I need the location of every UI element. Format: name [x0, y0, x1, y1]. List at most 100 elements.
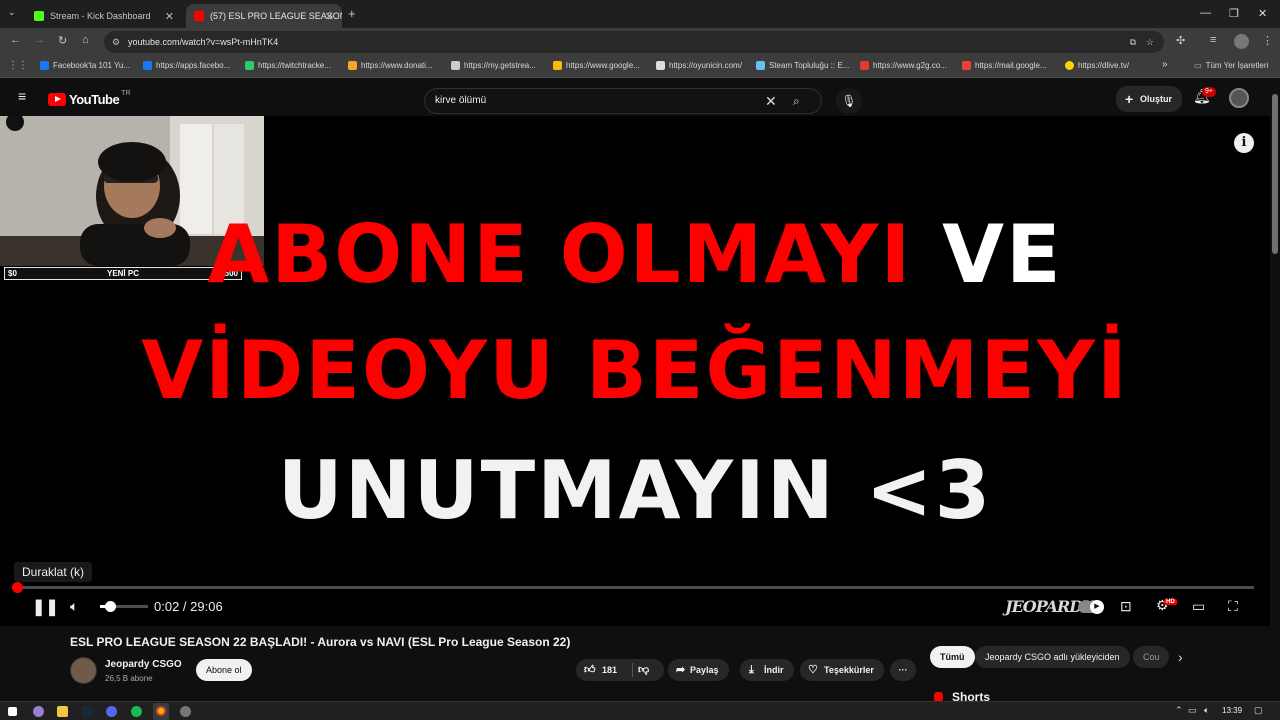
url-text: youtube.com/watch?v=wsPt-mHnTK4: [128, 37, 279, 47]
facebook-icon: [143, 61, 152, 70]
bookmark-label: https://mail.google...: [975, 61, 1047, 70]
bookmark-label: https://www.g2g.co...: [873, 61, 947, 70]
bookmarks-overflow-button[interactable]: »: [1162, 59, 1168, 70]
bookmark-item[interactable]: https://my.getstrea...: [451, 61, 536, 70]
page-scrollbar[interactable]: [1270, 78, 1280, 701]
subscribe-button[interactable]: Abone ol: [196, 659, 252, 681]
clear-search-icon[interactable]: ✕: [765, 89, 777, 113]
close-tab-icon[interactable]: ✕: [325, 10, 334, 23]
search-input[interactable]: kirve ölümü ✕ ⌕: [424, 88, 822, 114]
download-button[interactable]: ⤓ İndir: [740, 659, 794, 681]
bookmark-item[interactable]: https://apps.facebo...: [143, 61, 230, 70]
discord-icon[interactable]: [106, 706, 117, 717]
bookmark-item[interactable]: https://mail.google...: [962, 61, 1047, 70]
clock[interactable]: 13:39: [1222, 706, 1242, 715]
chip-from-uploader[interactable]: Jeopardy CSGO adlı yükleyiciden: [975, 646, 1130, 668]
dislike-icon[interactable]: 👎︎: [638, 659, 649, 681]
pause-tooltip: Duraklat (k): [14, 562, 93, 582]
gmail-icon: [962, 61, 971, 70]
autoplay-toggle[interactable]: ▶: [1078, 600, 1104, 614]
back-icon[interactable]: ←: [10, 34, 21, 46]
donation-icon: [348, 61, 357, 70]
like-icon[interactable]: 👍︎: [584, 659, 596, 681]
youtube-header: ≡ YouTube TR kirve ölümü ✕ ⌕ 🎙 + Oluştur…: [0, 78, 1280, 116]
tab-youtube[interactable]: (57) ESL PRO LEAGUE SEASON ✕: [186, 4, 342, 28]
tab-search-icon[interactable]: ⌄: [8, 7, 16, 18]
progress-scrubber[interactable]: [12, 582, 23, 593]
chrome-taskbar-active[interactable]: [153, 703, 169, 720]
browser-menu-icon[interactable]: ⋮: [1262, 34, 1273, 47]
all-bookmarks-folder[interactable]: ▭ Tüm Yer İşaretleri: [1194, 61, 1268, 70]
share-button[interactable]: ➦ Paylaş: [668, 659, 729, 681]
thanks-label: Teşekkürler: [824, 665, 874, 675]
extensions-icon[interactable]: ✣: [1176, 34, 1185, 47]
tray-overflow-icon[interactable]: ⌃: [1175, 705, 1183, 716]
account-avatar[interactable]: [1229, 88, 1249, 108]
speaker-icon[interactable]: 🔈︎: [1204, 705, 1209, 716]
notification-center-icon[interactable]: ▢: [1254, 705, 1263, 716]
youtube-logo[interactable]: YouTube TR: [48, 90, 131, 107]
minimize-icon[interactable]: —: [1200, 7, 1211, 19]
bookmark-label: Facebook'ta 101 Yu...: [53, 61, 130, 70]
close-tab-icon[interactable]: ✕: [165, 10, 174, 23]
progress-bar[interactable]: [12, 586, 1254, 589]
taskbar-app-icon[interactable]: [33, 706, 44, 717]
file-explorer-icon[interactable]: [57, 706, 68, 717]
fullscreen-icon[interactable]: ⛶: [1228, 598, 1238, 615]
obs-icon[interactable]: [180, 706, 191, 717]
bookmark-item[interactable]: https://www.donati...: [348, 61, 433, 70]
volume-icon[interactable]: 🔈︎: [70, 598, 78, 615]
total-time: 29:06: [190, 599, 223, 614]
address-bar[interactable]: ⚙ youtube.com/watch?v=wsPt-mHnTK4 ⧉ ☆: [104, 31, 1164, 53]
bookmark-item[interactable]: https://www.g2g.co...: [860, 61, 947, 70]
info-icon[interactable]: i: [1234, 133, 1254, 153]
chip-partial[interactable]: Cou: [1133, 646, 1169, 668]
google-icon: [553, 61, 562, 70]
spotify-icon[interactable]: [131, 706, 142, 717]
like-dislike-group: 👍︎ 181 👎︎: [576, 659, 664, 681]
pause-icon[interactable]: ❚❚: [32, 597, 59, 617]
more-actions-button[interactable]: ···: [890, 659, 916, 681]
theater-mode-icon[interactable]: ▭: [1192, 598, 1205, 615]
home-icon[interactable]: ⌂: [82, 34, 89, 46]
bookmark-item[interactable]: https://www.google...: [553, 61, 640, 70]
new-tab-button[interactable]: +: [348, 6, 356, 21]
tab-kick-dashboard[interactable]: Stream - Kick Dashboard ✕: [26, 4, 182, 28]
channel-name[interactable]: Jeopardy CSGO: [105, 659, 182, 670]
channel-avatar[interactable]: [70, 657, 97, 684]
video-player[interactable]: $0 YENİ PC $1500 i ABONE OLMAYI VE VİDEO…: [0, 116, 1270, 626]
profile-avatar-icon[interactable]: [1234, 34, 1249, 49]
bookmark-item[interactable]: Facebook'ta 101 Yu...: [40, 61, 130, 70]
reload-icon[interactable]: ↻: [58, 34, 67, 47]
guide-menu-icon[interactable]: ≡: [18, 88, 26, 104]
super-thanks-icon: ♡: [808, 664, 818, 676]
like-count[interactable]: 181: [602, 659, 617, 681]
search-icon[interactable]: ⌕: [793, 89, 800, 113]
windows-start-icon[interactable]: [8, 707, 17, 716]
subtitles-icon[interactable]: ⊡: [1120, 598, 1132, 615]
voice-search-icon[interactable]: 🎙: [836, 88, 862, 114]
chip-all[interactable]: Tümü: [930, 646, 975, 668]
network-icon[interactable]: ▭: [1188, 705, 1197, 716]
media-controls-icon[interactable]: ≡: [1210, 34, 1216, 46]
site-info-icon[interactable]: ⚙: [112, 31, 120, 53]
overlay-text-white: VE: [942, 208, 1063, 301]
thanks-button[interactable]: ♡ Teşekkürler: [800, 659, 884, 681]
apps-grid-icon[interactable]: ⋮⋮: [8, 60, 28, 71]
notification-count-badge: 9+: [1202, 87, 1216, 97]
restore-icon[interactable]: ❐: [1229, 7, 1239, 20]
bookmark-item[interactable]: https://dlive.tv/: [1065, 61, 1129, 70]
install-app-icon[interactable]: ⧉: [1130, 31, 1136, 53]
forward-icon[interactable]: →: [34, 34, 45, 46]
overlay-text-red: VİDEOYU BEĞENMEYİ: [141, 324, 1129, 417]
volume-knob[interactable]: [104, 601, 116, 612]
bookmark-star-icon[interactable]: ☆: [1146, 31, 1154, 53]
create-button[interactable]: + Oluştur: [1116, 86, 1183, 112]
bookmark-item[interactable]: https://twitchtracke...: [245, 61, 331, 70]
chevron-right-icon[interactable]: ›: [1178, 649, 1183, 665]
bookmark-item[interactable]: https://oyunicin.com/: [656, 61, 742, 70]
steam-taskbar-icon[interactable]: [82, 706, 93, 717]
close-window-icon[interactable]: ✕: [1258, 7, 1267, 20]
bookmark-item[interactable]: Steam Topluluğu :: E...: [756, 61, 849, 70]
scrollbar-thumb[interactable]: [1272, 94, 1278, 254]
